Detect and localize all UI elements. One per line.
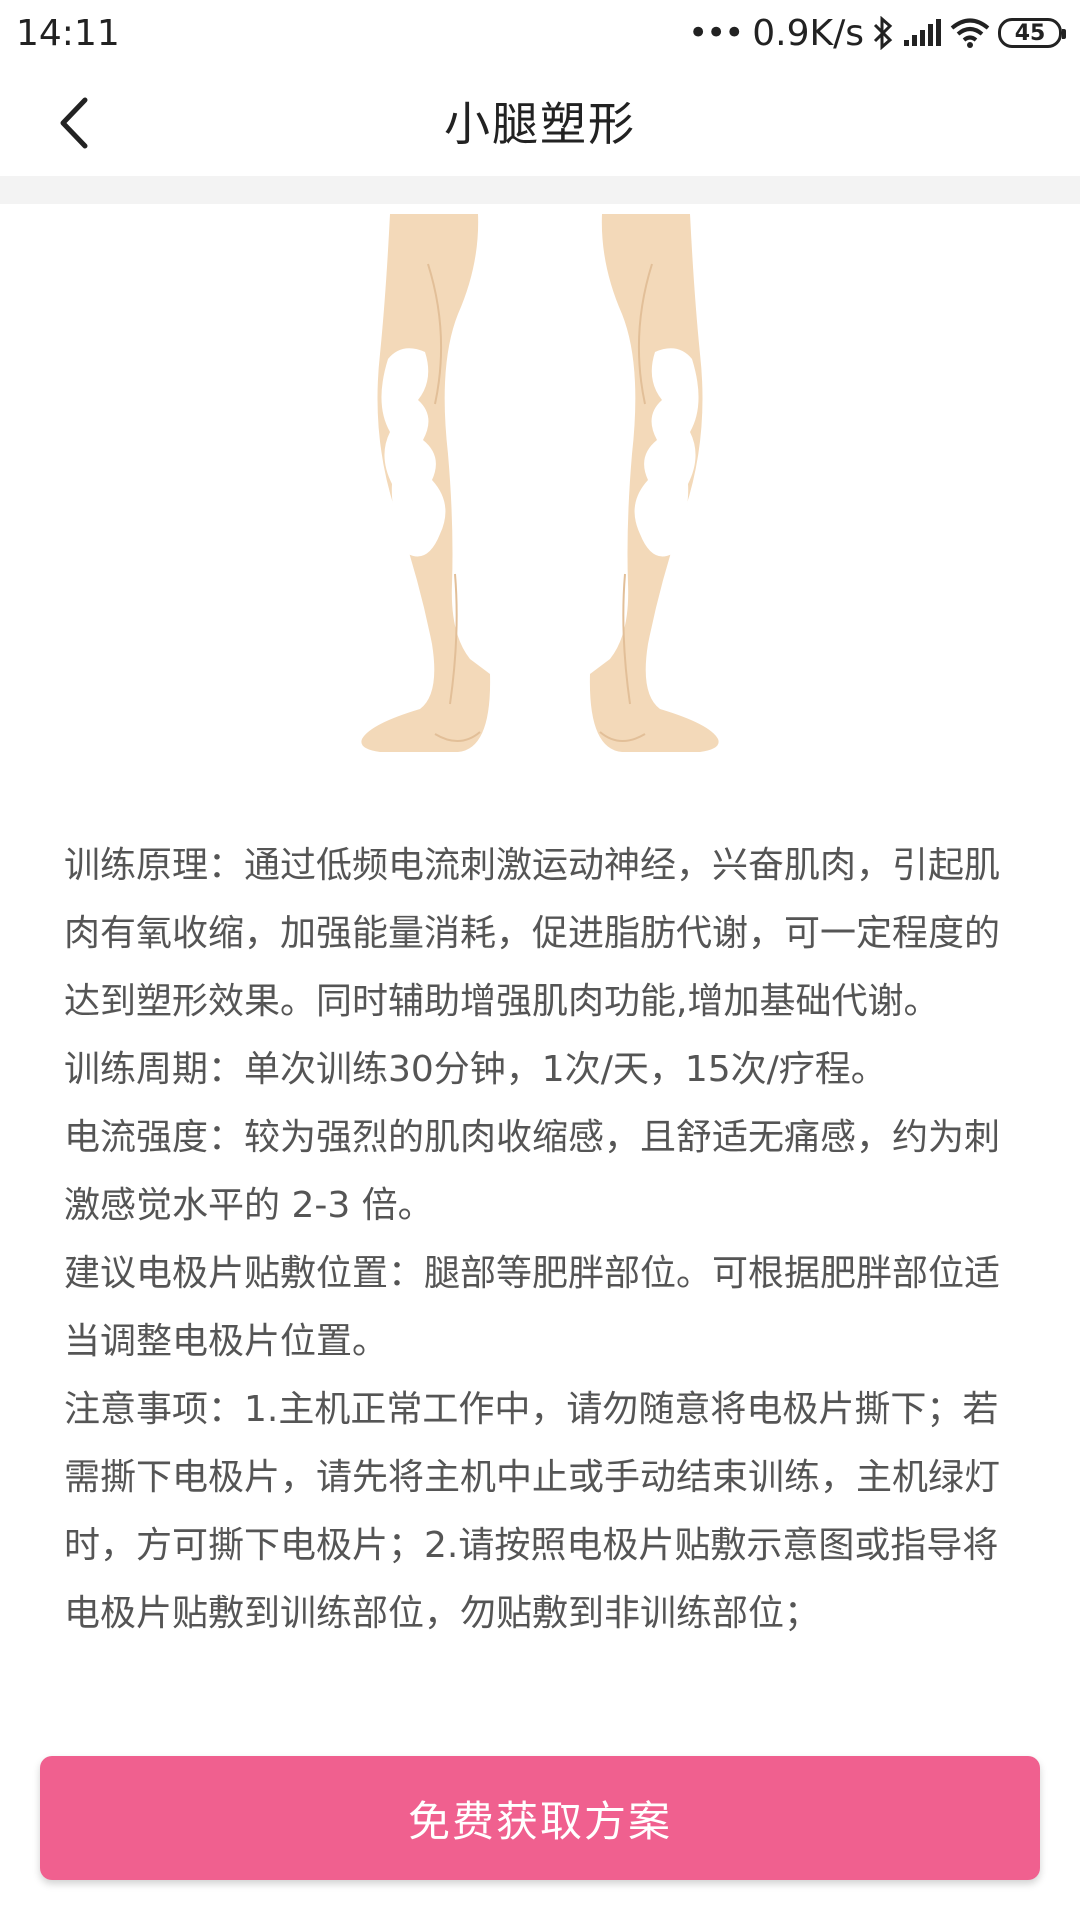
calf-illustration xyxy=(340,204,740,764)
wifi-icon xyxy=(950,18,990,48)
header-divider xyxy=(0,176,1080,204)
signal-icon xyxy=(904,19,941,46)
training-cycle: 训练周期：单次训练30分钟，1次/天，15次/疗程。 xyxy=(64,1049,887,1090)
get-free-plan-button[interactable]: 免费获取方案 xyxy=(40,1756,1040,1880)
bluetooth-icon xyxy=(873,16,893,50)
more-dots-icon: ••• xyxy=(688,13,744,53)
chevron-left-icon xyxy=(60,97,88,149)
legs-image xyxy=(361,214,719,752)
get-free-plan-label: 免费获取方案 xyxy=(407,1796,672,1846)
training-description: 训练原理：通过低频电流刺激运动神经，兴奋肌肉，引起肌肉有氧收缩，加强能量消耗，促… xyxy=(64,832,1014,1648)
status-icons: ••• 0.9K/s 45 xyxy=(688,12,1066,54)
page-title: 小腿塑形 xyxy=(444,97,636,151)
back-button[interactable] xyxy=(40,88,110,158)
status-time: 14:11 xyxy=(16,12,120,54)
electrode-placement: 建议电极片贴敷位置：腿部等肥胖部位。可根据肥胖部位适当调整电极片位置。 xyxy=(64,1253,1001,1362)
precautions: 注意事项：1.主机正常工作中，请勿随意将电极片撕下；若需撕下电极片，请先将主机中… xyxy=(64,1389,1001,1634)
status-bar: 14:11 ••• 0.9K/s 45 xyxy=(0,0,1080,66)
battery-icon: 45 xyxy=(998,18,1066,48)
training-principle: 训练原理：通过低频电流刺激运动神经，兴奋肌肉，引起肌肉有氧收缩，加强能量消耗，促… xyxy=(64,845,1001,1022)
current-intensity: 电流强度：较为强烈的肌肉收缩感，且舒适无痛感，约为刺激感觉水平的 2-3 倍。 xyxy=(64,1117,1001,1226)
network-speed: 0.9K/s xyxy=(752,12,864,54)
battery-level: 45 xyxy=(1014,20,1046,46)
navigation-bar: 小腿塑形 xyxy=(0,66,1080,176)
